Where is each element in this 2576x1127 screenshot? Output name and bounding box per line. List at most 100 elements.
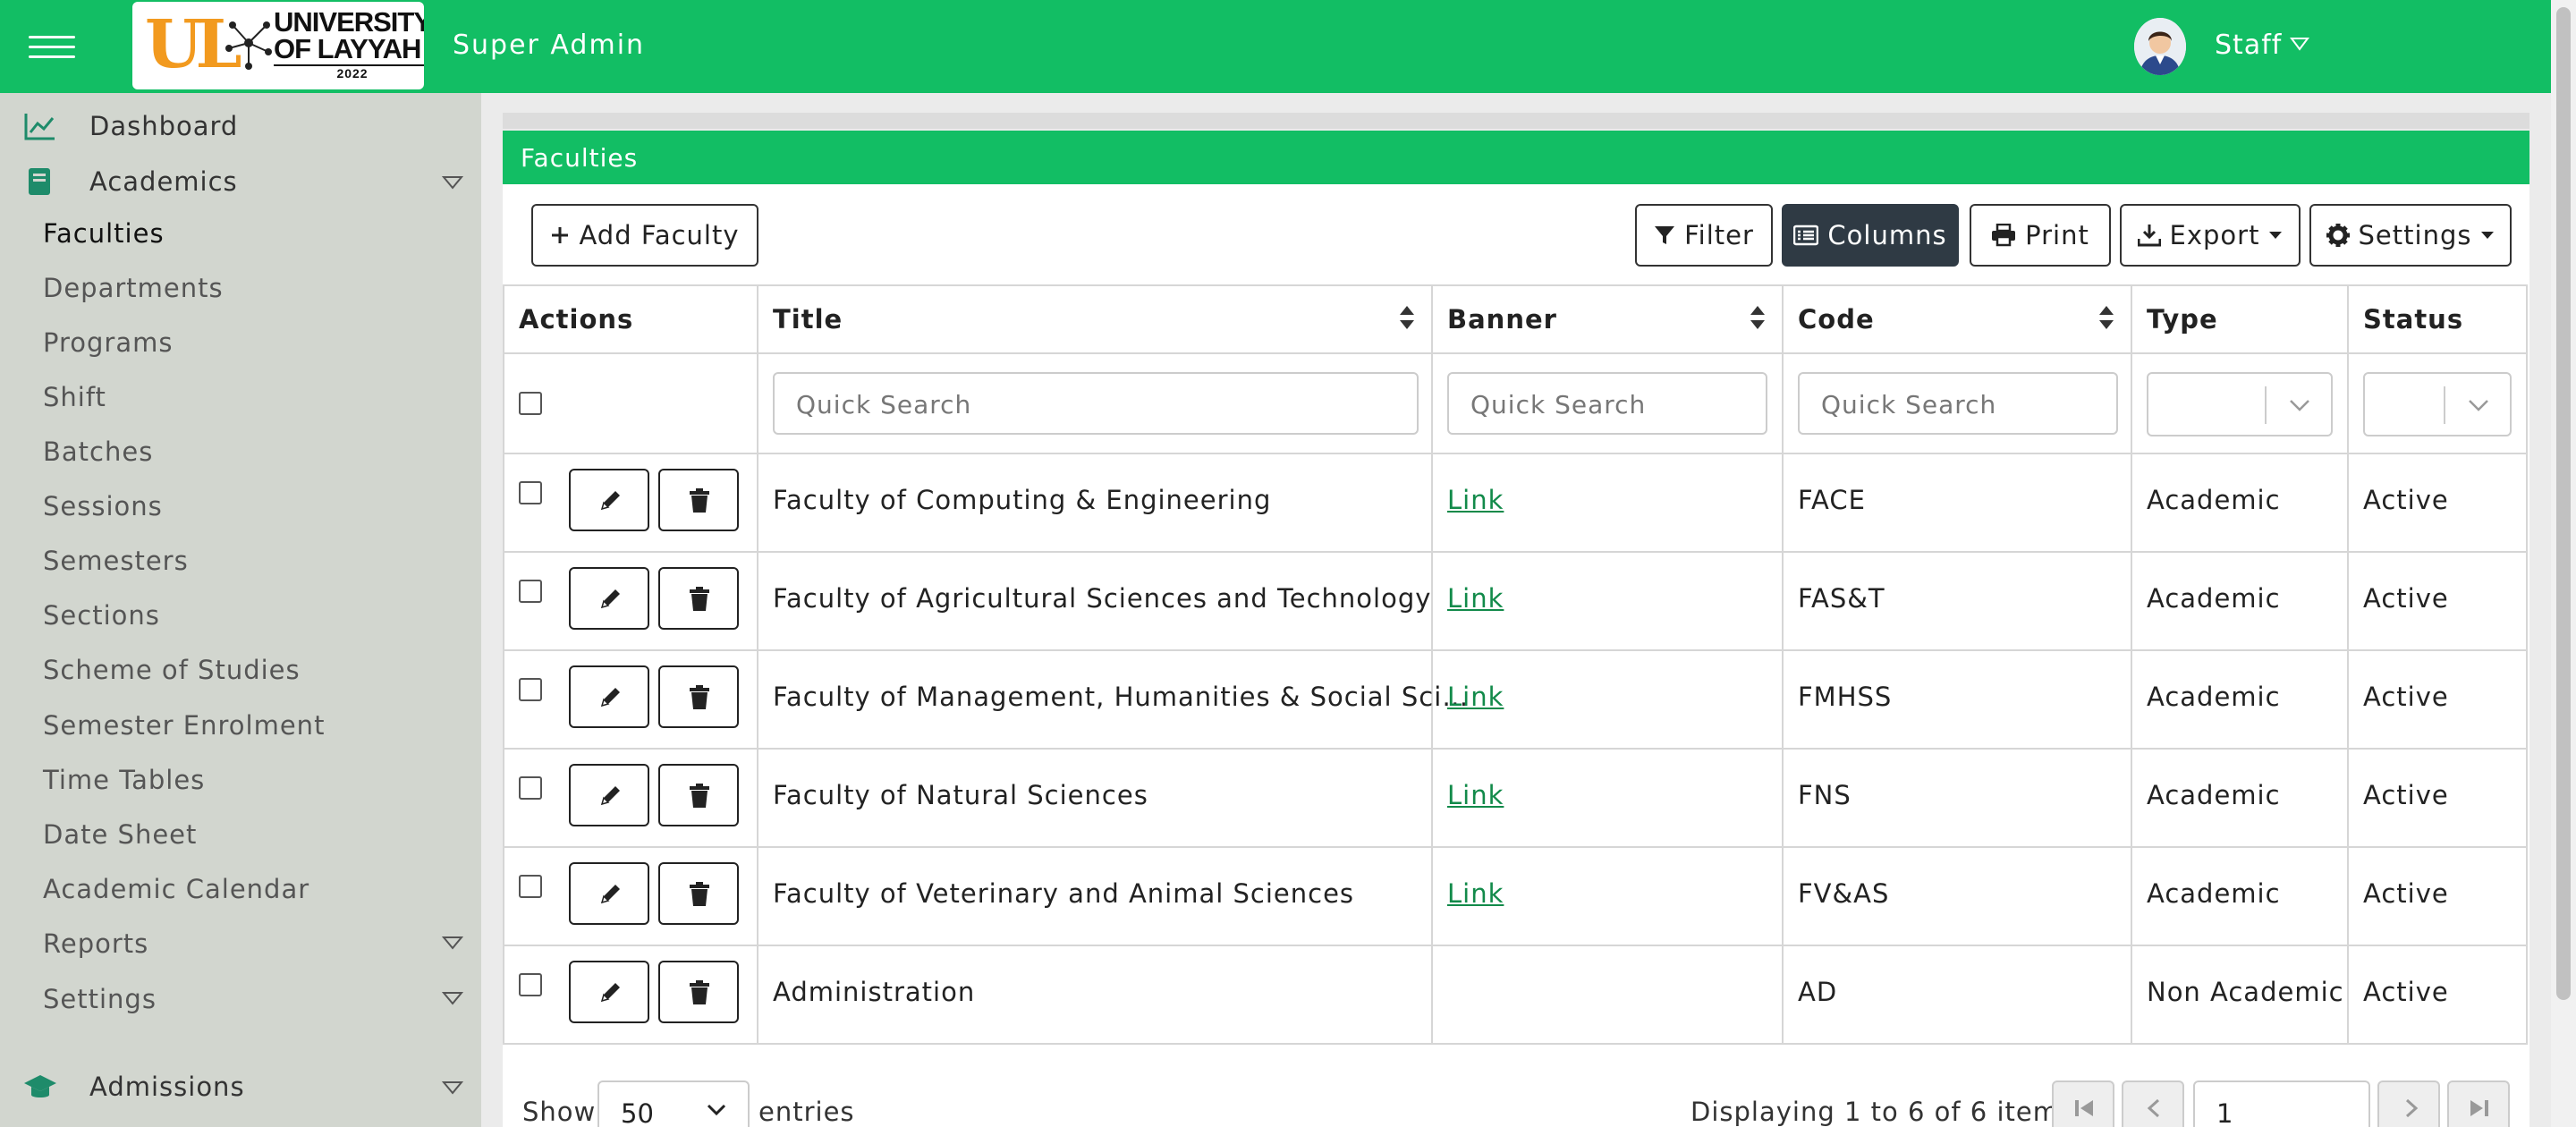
sort-icon[interactable] (1399, 304, 1415, 331)
user-name[interactable]: Staff (2215, 30, 2282, 61)
sidebar-sub-reports[interactable]: Reports (43, 928, 148, 959)
sidebar-sub-date-sheet[interactable]: Date Sheet (43, 819, 197, 850)
list-icon (1793, 225, 1819, 246)
row-checkbox[interactable] (519, 875, 542, 898)
sidebar-sub-batches[interactable]: Batches (43, 436, 153, 467)
pencil-icon (600, 688, 620, 708)
sidebar-sub-sessions[interactable]: Sessions (43, 491, 163, 521)
chevron-down-icon[interactable] (2290, 36, 2309, 52)
header-status: Status (2363, 304, 2464, 335)
columns-button[interactable]: Columns (1782, 204, 1959, 267)
filter-icon (1655, 226, 1675, 244)
role-label: Super Admin (453, 30, 646, 61)
row-type: Non Academic (2147, 977, 2344, 1007)
sidebar-sub-academic-calendar[interactable]: Academic Calendar (43, 874, 309, 904)
university-logo[interactable]: UL UNIVERSITY OF LAYYAH 2022 (132, 2, 424, 89)
sidebar-item-admissions[interactable]: Admissions (0, 1061, 481, 1111)
header-code[interactable]: Code (1798, 304, 1875, 335)
last-page-button[interactable] (2447, 1080, 2510, 1127)
trash-icon (690, 980, 709, 1004)
sidebar-sub-settings[interactable]: Settings (43, 984, 157, 1014)
add-faculty-button[interactable]: Add Faculty (531, 204, 758, 267)
row-checkbox[interactable] (519, 776, 542, 800)
row-banner-link[interactable]: Link (1447, 780, 1504, 810)
sort-icon[interactable] (1750, 304, 1766, 331)
chevron-down-icon (442, 936, 463, 950)
sidebar-sub-programs[interactable]: Programs (43, 327, 173, 358)
edit-button[interactable] (569, 961, 649, 1023)
sidebar-sub-faculties[interactable]: Faculties (43, 218, 165, 249)
graduation-cap-icon (24, 1075, 56, 1097)
row-code: FMHSS (1798, 682, 1893, 712)
table-border (503, 551, 2528, 553)
row-checkbox[interactable] (519, 973, 542, 996)
select-all-checkbox[interactable] (519, 392, 542, 415)
delete-button[interactable] (658, 764, 739, 826)
edit-button[interactable] (569, 469, 649, 531)
page-number-input[interactable]: 1 (2193, 1080, 2370, 1127)
scrollbar-thumb[interactable] (2556, 7, 2571, 1000)
filter-button[interactable]: Filter (1635, 204, 1773, 267)
delete-button[interactable] (658, 961, 739, 1023)
sidebar-sub-time-tables[interactable]: Time Tables (43, 765, 205, 795)
table-border (2131, 284, 2132, 1045)
user-avatar[interactable] (2134, 18, 2186, 75)
sidebar-sub-shift[interactable]: Shift (43, 382, 106, 412)
table-border (503, 284, 504, 1045)
menu-icon[interactable] (29, 30, 75, 63)
row-code: FAS&T (1798, 583, 1885, 614)
edit-button[interactable] (569, 567, 649, 630)
edit-button[interactable] (569, 862, 649, 925)
header-title[interactable]: Title (773, 304, 843, 335)
banner-search-input[interactable]: Quick Search (1447, 372, 1767, 435)
delete-button[interactable] (658, 567, 739, 630)
row-checkbox[interactable] (519, 580, 542, 603)
print-label: Print (2025, 220, 2089, 250)
sidebar-sub-semesters[interactable]: Semesters (43, 546, 189, 576)
print-button[interactable]: Print (1970, 204, 2111, 267)
sidebar-item-academics[interactable]: Academics (0, 156, 481, 206)
prev-page-button[interactable] (2122, 1080, 2184, 1127)
sidebar-sub-semester-enrolment[interactable]: Semester Enrolment (43, 710, 325, 741)
row-banner-link[interactable]: Link (1447, 878, 1504, 909)
sidebar-item-dashboard[interactable]: Dashboard (0, 100, 481, 150)
edit-button[interactable] (569, 764, 649, 826)
logo-text: UNIVERSITY OF LAYYAH 2022 (274, 8, 424, 80)
table-border (503, 748, 2528, 750)
page-scrollbar[interactable] (2551, 0, 2576, 1127)
table-border (2526, 284, 2528, 1045)
sort-icon[interactable] (2098, 304, 2114, 331)
row-banner-link[interactable]: Link (1447, 682, 1504, 712)
row-code: FNS (1798, 780, 1852, 810)
code-search-input[interactable]: Quick Search (1798, 372, 2118, 435)
title-search-input[interactable]: Quick Search (773, 372, 1419, 435)
delete-button[interactable] (658, 665, 739, 728)
logo-network-icon (225, 21, 272, 70)
sidebar-sub-scheme-of-studies[interactable]: Scheme of Studies (43, 655, 301, 685)
row-banner-link[interactable]: Link (1447, 583, 1504, 614)
pencil-icon (600, 885, 620, 904)
row-status: Active (2363, 780, 2449, 810)
type-filter-select[interactable] (2147, 372, 2333, 436)
row-banner-link[interactable]: Link (1447, 485, 1504, 515)
delete-button[interactable] (658, 469, 739, 531)
settings-button[interactable]: Settings (2309, 204, 2512, 267)
sidebar-sub-departments[interactable]: Departments (43, 273, 224, 303)
export-button[interactable]: Export (2120, 204, 2301, 267)
row-checkbox[interactable] (519, 678, 542, 701)
next-page-button[interactable] (2377, 1080, 2440, 1127)
header-banner[interactable]: Banner (1447, 304, 1557, 335)
status-filter-select[interactable] (2363, 372, 2512, 436)
row-checkbox[interactable] (519, 481, 542, 504)
sidebar-item-label: Admissions (89, 1072, 245, 1102)
sidebar-sub-sections[interactable]: Sections (43, 600, 160, 631)
header-actions: Actions (519, 304, 634, 335)
row-title: Administration (773, 977, 976, 1007)
pencil-icon (600, 786, 620, 806)
edit-button[interactable] (569, 665, 649, 728)
page-size-select[interactable]: 50 (597, 1080, 750, 1127)
sidebar-item-label: Dashboard (89, 111, 239, 141)
delete-button[interactable] (658, 862, 739, 925)
first-page-button[interactable] (2052, 1080, 2114, 1127)
show-label: Show (522, 1097, 597, 1127)
